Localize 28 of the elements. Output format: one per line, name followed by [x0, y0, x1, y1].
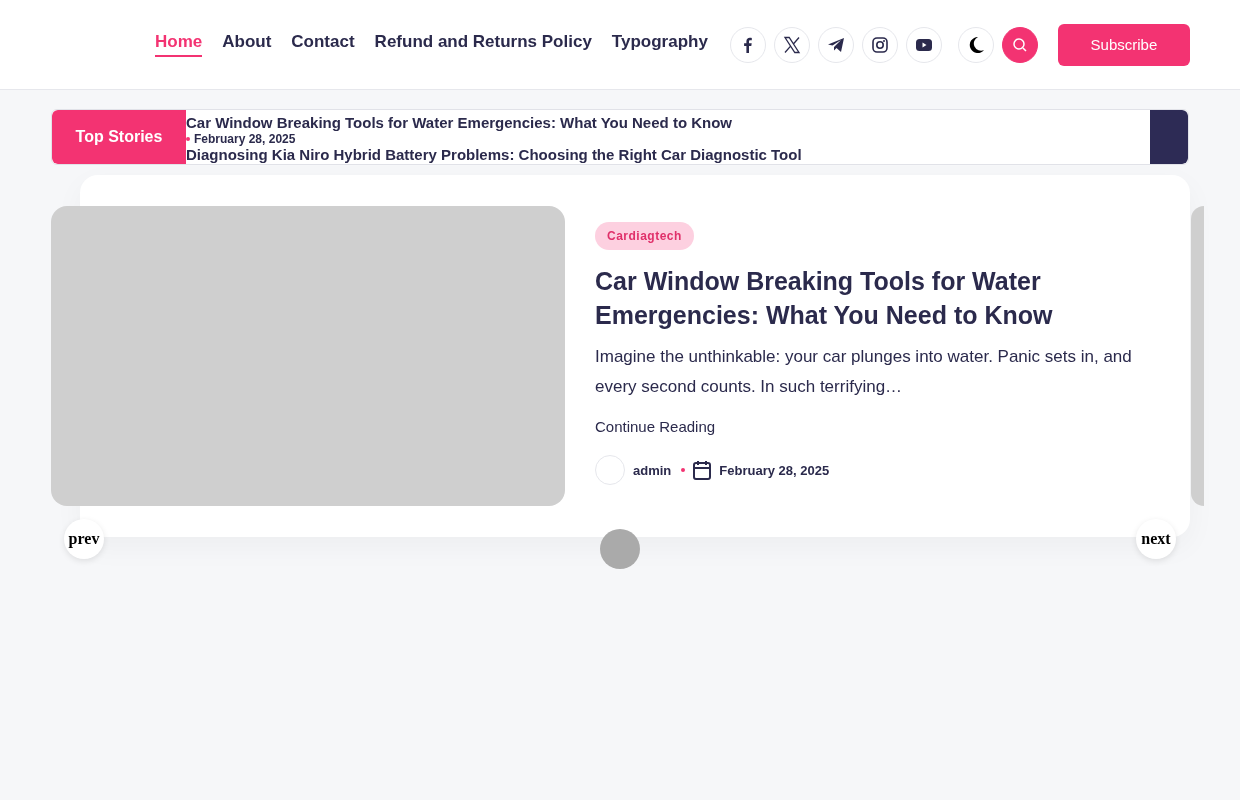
story-link[interactable]: Car Window Breaking Tools for Water Emergencies: What You Need to Know [186, 114, 1150, 132]
nav-link[interactable]: Refund and Returns Policy [374, 32, 592, 57]
nav-link[interactable]: Home [155, 32, 203, 57]
search-icon[interactable] [1001, 26, 1038, 63]
nav-link[interactable]: Contact [291, 32, 355, 57]
subscribe-button[interactable]: Subscribe [1057, 23, 1190, 66]
prev-button[interactable]: prev [64, 519, 104, 559]
post-title[interactable]: Car Window Breaking Tools for Water Emergencies: What You Need to Know [595, 264, 1150, 332]
next-button[interactable]: next [1136, 519, 1176, 559]
play-icon[interactable] [905, 26, 942, 63]
post-date: February 28, 2025 [719, 462, 830, 478]
continue-reading-link[interactable]: Continue Reading [595, 418, 716, 435]
paper-plane-icon[interactable] [817, 26, 854, 63]
bullet-icon [186, 137, 190, 141]
camera-icon[interactable] [861, 26, 898, 63]
moon-icon[interactable] [957, 26, 994, 63]
ticker-label: Top Stories [52, 110, 186, 164]
author-link[interactable]: admin [633, 462, 672, 478]
story-date: February 28, 2025 [194, 132, 296, 146]
pagination-dot[interactable] [600, 529, 640, 569]
x-icon[interactable] [773, 26, 810, 63]
calendar-icon [693, 460, 712, 480]
bullet-icon [681, 468, 686, 472]
nav-link[interactable]: Typography [611, 32, 708, 57]
facebook-icon[interactable] [729, 26, 766, 63]
story-link[interactable]: Diagnosing Kia Niro Hybrid Battery Problems: Choosing the Right Car Diagnostic Tool [186, 146, 1150, 164]
post-excerpt: Imagine the unthinkable: your car plunges into water. Panic sets in, and every second counts. In such terrifying… [595, 346, 1133, 398]
nav-link[interactable]: About [222, 32, 272, 57]
